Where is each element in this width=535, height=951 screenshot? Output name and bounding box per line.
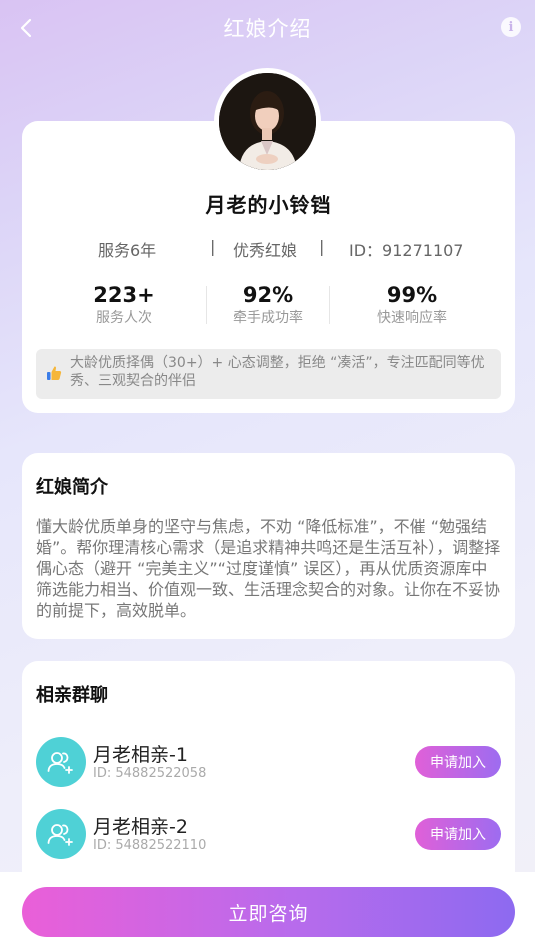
profile-meta: 服务6年 | 优秀红娘 | ID：91271107 [22, 237, 515, 261]
groups-card: 相亲群聊 月老相亲-1 ID: 54882522058 申请加入 月老相亲-2 … [22, 661, 515, 891]
stat-label: 牵手成功率 [233, 310, 303, 326]
divider [329, 286, 330, 324]
avatar-frame [214, 68, 321, 175]
stat-label: 快速响应率 [377, 310, 447, 326]
groups-title: 相亲群聊 [36, 685, 108, 706]
stat-success-rate: 92% 牵手成功率 [193, 282, 343, 328]
group-avatar [36, 809, 86, 859]
group-item[interactable]: 月老相亲-1 ID: 54882522058 申请加入 [36, 737, 501, 789]
info-icon: i [508, 19, 514, 35]
group-avatar [36, 737, 86, 787]
bottom-bar: 立即咨询 [0, 872, 535, 951]
stat-served: 223+ 服务人次 [49, 282, 199, 328]
stat-label: 服务人次 [96, 310, 152, 326]
group-users-icon [47, 824, 73, 846]
consult-now-button[interactable]: 立即咨询 [22, 887, 515, 937]
group-name: 月老相亲-1 [93, 744, 188, 766]
intro-title: 红娘简介 [36, 477, 108, 498]
stats-row: 223+ 服务人次 92% 牵手成功率 99% 快速响应率 [22, 282, 515, 332]
group-name: 月老相亲-2 [93, 816, 188, 838]
meta-separator: | [319, 237, 325, 256]
stat-response-rate: 99% 快速响应率 [337, 282, 487, 328]
matchmaker-id: ID：91271107 [349, 241, 464, 260]
back-button[interactable] [14, 14, 38, 42]
stat-value: 92% [242, 283, 294, 307]
group-id: ID: 54882522058 [93, 766, 207, 781]
meta-separator: | [210, 237, 216, 256]
page-title: 红娘介绍 [223, 17, 312, 41]
stat-value: 223+ [93, 283, 155, 307]
matchmaker-name: 月老的小铃铛 [205, 193, 332, 217]
top-bar: 红娘介绍 i [0, 0, 535, 56]
group-item[interactable]: 月老相亲-2 ID: 54882522110 申请加入 [36, 809, 501, 861]
specialty-tagline: 大龄优质择偶（30+）+ 心态调整，拒绝 “凑活”，专注匹配同等优秀、三观契合的… [36, 349, 501, 399]
stat-value: 99% [386, 283, 438, 307]
group-id: ID: 54882522110 [93, 838, 207, 853]
thumbs-up-icon [47, 366, 62, 380]
title-badge: 优秀红娘 [233, 241, 298, 260]
tagline-text: 大龄优质择偶（30+）+ 心态调整，拒绝 “凑活”，专注匹配同等优秀、三观契合的… [70, 355, 485, 389]
intro-text: 懂大龄优质单身的坚守与焦虑，不劝 “降低标准”，不催 “勉强结婚”。帮你理清核心… [36, 517, 501, 620]
service-years: 服务6年 [98, 241, 157, 260]
chevron-left-icon [20, 18, 32, 38]
matchmaker-photo [219, 73, 316, 170]
intro-card: 红娘简介 懂大龄优质单身的坚守与焦虑，不劝 “降低标准”，不催 “勉强结婚”。帮… [22, 453, 515, 639]
info-button[interactable]: i [501, 17, 521, 37]
group-users-icon [47, 752, 73, 774]
join-group-button[interactable]: 申请加入 [415, 818, 501, 850]
join-group-button[interactable]: 申请加入 [415, 746, 501, 778]
avatar[interactable] [219, 73, 316, 170]
